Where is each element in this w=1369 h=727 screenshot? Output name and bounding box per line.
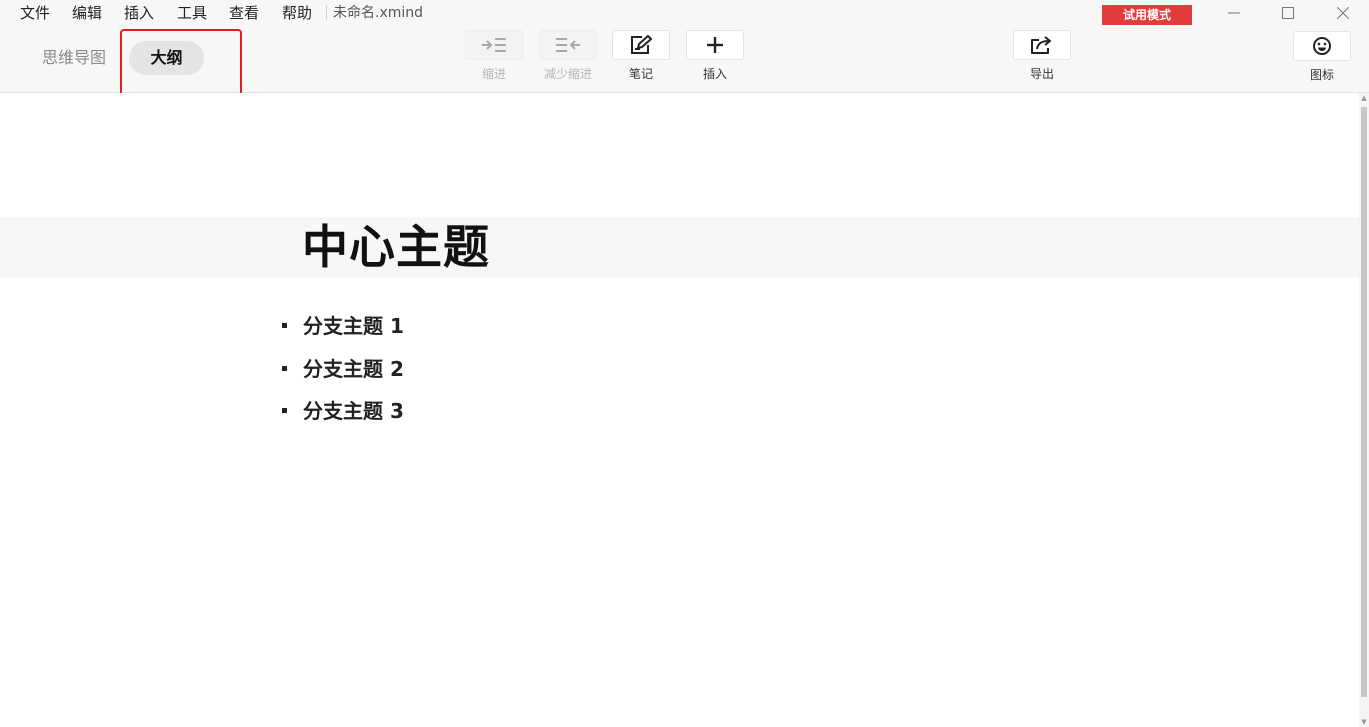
outdent-button-box xyxy=(539,30,597,60)
vertical-scrollbar[interactable]: ▲ ▼ xyxy=(1359,93,1369,727)
branch-topic-label: 分支主题 3 xyxy=(303,399,404,423)
scrollbar-thumb[interactable] xyxy=(1361,107,1367,697)
menu-divider xyxy=(326,5,327,20)
note-button-box xyxy=(612,30,670,60)
smiley-icon xyxy=(1313,37,1331,55)
close-icon xyxy=(1337,7,1349,19)
icons-label: 图标 xyxy=(1309,68,1334,82)
scroll-up-arrow-icon[interactable]: ▲ xyxy=(1359,93,1369,103)
menu-tools[interactable]: 工具 xyxy=(177,3,207,23)
outdent-label: 减少缩进 xyxy=(543,67,592,81)
note-label: 笔记 xyxy=(628,67,653,81)
indent-button[interactable]: 缩进 xyxy=(465,30,523,82)
export-button[interactable]: 导出 xyxy=(1013,30,1071,82)
branch-topic-3[interactable]: 分支主题 3 xyxy=(282,396,404,426)
xmind-app-window: 文件 编辑 插入 工具 查看 帮助 未命名.xmind 试用模式 思维导图 大纲 xyxy=(0,0,1369,727)
indent-button-box xyxy=(465,30,523,60)
central-topic[interactable]: 中心主题 xyxy=(302,219,490,275)
outdent-button[interactable]: 减少缩进 xyxy=(539,30,597,82)
bullet-icon xyxy=(282,408,287,413)
central-topic-row xyxy=(0,217,1359,277)
minimize-button[interactable] xyxy=(1209,0,1259,26)
note-button[interactable]: 笔记 xyxy=(612,30,670,82)
outdent-icon xyxy=(556,38,580,52)
trial-mode-badge[interactable]: 试用模式 xyxy=(1102,5,1192,25)
menu-help[interactable]: 帮助 xyxy=(282,3,312,23)
scroll-down-arrow-icon[interactable]: ▼ xyxy=(1359,717,1369,727)
indent-label: 缩进 xyxy=(481,67,506,81)
menu-file[interactable]: 文件 xyxy=(20,3,50,23)
tab-outline[interactable]: 大纲 xyxy=(129,41,204,75)
menu-view[interactable]: 查看 xyxy=(229,3,259,23)
insert-button-box xyxy=(686,30,744,60)
export-label: 导出 xyxy=(1029,67,1054,81)
note-edit-icon xyxy=(631,35,652,54)
branch-topic-label: 分支主题 2 xyxy=(303,357,404,381)
file-title: 未命名.xmind xyxy=(333,5,424,21)
close-button[interactable] xyxy=(1318,0,1368,26)
outline-canvas[interactable]: 中心主题 分支主题 1 分支主题 2 分支主题 3 xyxy=(0,93,1359,727)
icons-button-box xyxy=(1293,31,1351,61)
branch-topic-2[interactable]: 分支主题 2 xyxy=(282,354,404,384)
bullet-icon xyxy=(282,323,287,328)
branch-topic-1[interactable]: 分支主题 1 xyxy=(282,311,404,341)
menu-edit[interactable]: 编辑 xyxy=(72,3,102,23)
maximize-button[interactable] xyxy=(1263,0,1313,26)
minimize-icon xyxy=(1228,12,1240,14)
menu-bar: 文件 编辑 插入 工具 查看 帮助 未命名.xmind 试用模式 xyxy=(0,0,1369,26)
top-bar: 文件 编辑 插入 工具 查看 帮助 未命名.xmind 试用模式 思维导图 大纲 xyxy=(0,0,1369,96)
bullet-icon xyxy=(282,366,287,371)
indent-icon xyxy=(482,38,506,52)
branch-topic-label: 分支主题 1 xyxy=(303,314,404,338)
menu-insert[interactable]: 插入 xyxy=(124,3,154,23)
export-button-box xyxy=(1013,30,1071,60)
plus-icon xyxy=(707,37,723,53)
insert-label: 插入 xyxy=(702,67,727,81)
tab-mindmap[interactable]: 思维导图 xyxy=(34,41,114,75)
insert-button[interactable]: 插入 xyxy=(686,30,744,82)
export-icon xyxy=(1031,36,1051,54)
maximize-icon xyxy=(1282,7,1294,19)
icons-button[interactable]: 图标 xyxy=(1293,31,1351,83)
